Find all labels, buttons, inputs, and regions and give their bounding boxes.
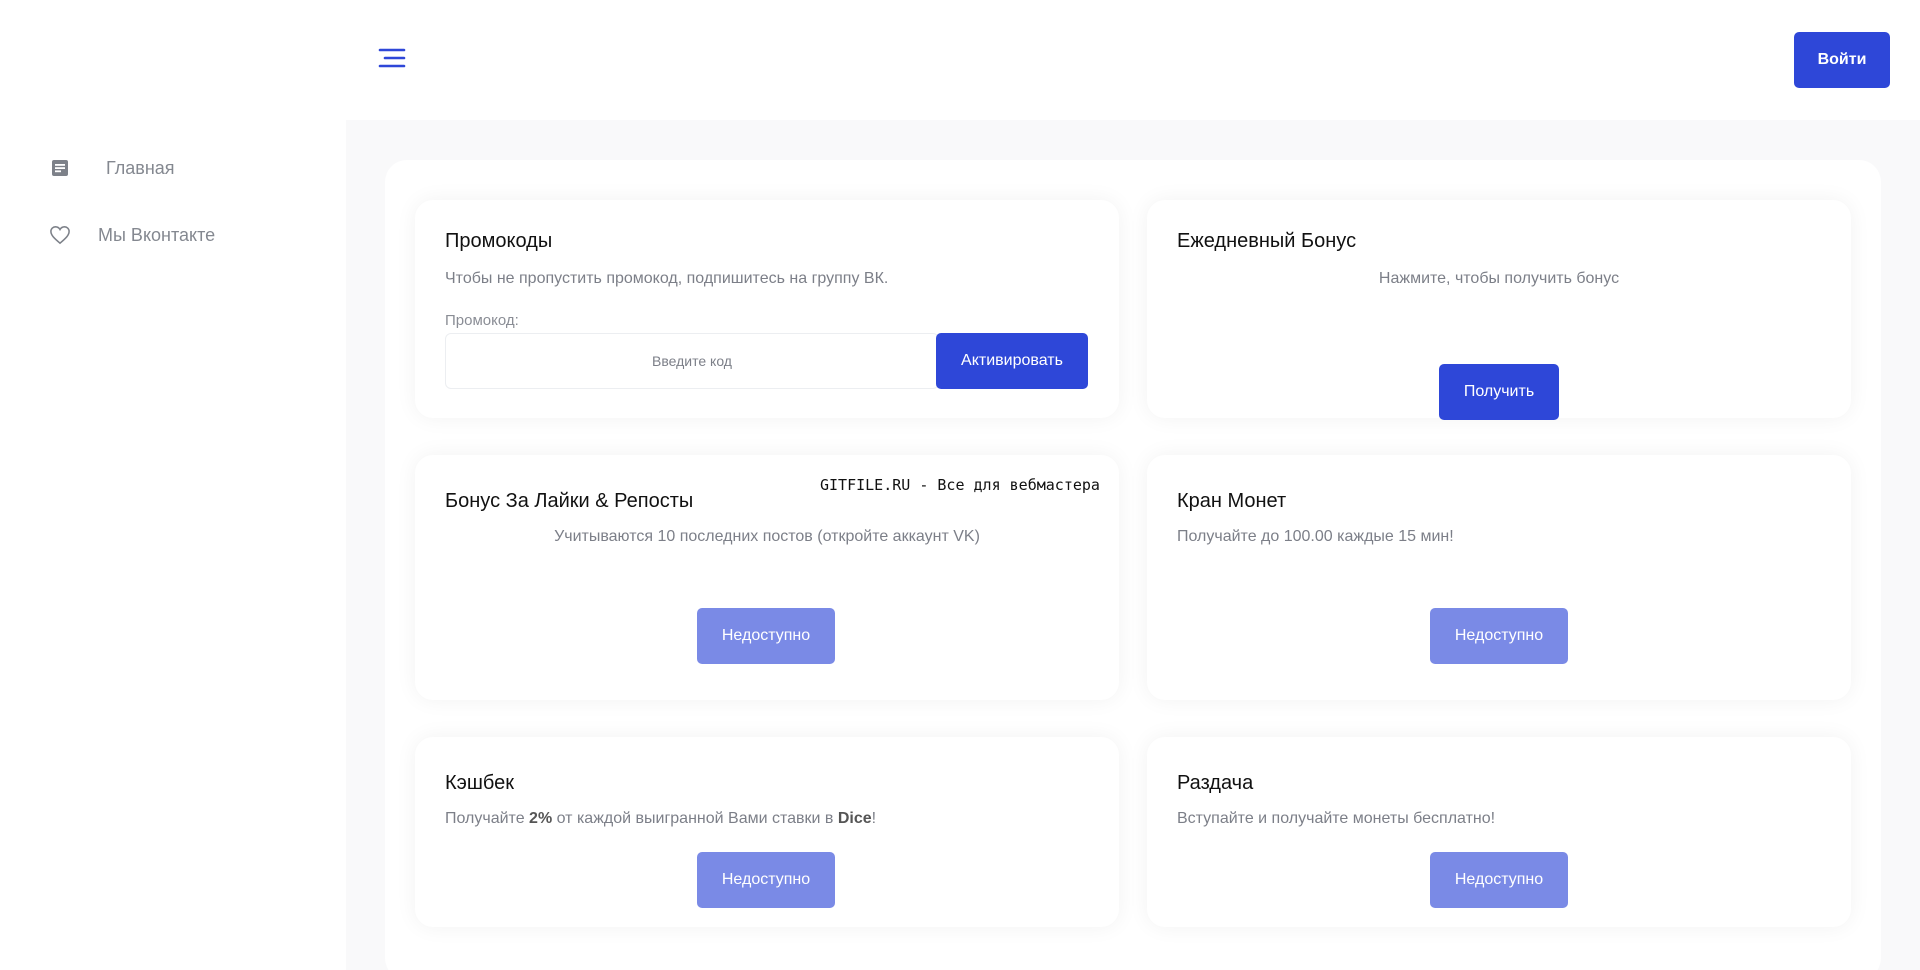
giveaway-card: Раздача Вступайте и получайте монеты бес… [1147,737,1851,927]
sidebar-item-main[interactable]: Главная [48,153,175,183]
card-title: Ежедневный Бонус [1177,230,1357,252]
sidebar-item-label: Главная [106,157,175,178]
card-title: Бонус За Лайки & Репосты [445,490,694,512]
cashback-unavailable-button[interactable]: Недоступно [697,852,835,908]
watermark-text: GITFILE.RU - Все для вебмастера [820,476,1100,494]
heart-icon [48,223,72,247]
card-subtitle: Получайте 2% от каждой выигранной Вами с… [445,810,877,827]
document-icon [48,156,72,180]
daily-bonus-card: Ежедневный Бонус Нажмите, чтобы получить… [1147,200,1851,420]
promo-code-input[interactable] [445,333,939,389]
faucet-card: Кран Монет Получайте до 100.00 каждые 15… [1147,455,1851,700]
promo-card: Промокоды Чтобы не пропустить промокод, … [415,200,1119,418]
sidebar-item-label: Мы Вконтакте [98,224,216,245]
activate-button[interactable]: Активировать [936,333,1088,389]
menu-icon[interactable] [376,43,408,75]
sidebar: Главная Мы Вконтакте [0,0,346,970]
card-title: Промокоды [445,230,553,252]
get-bonus-button[interactable]: Получить [1439,364,1559,420]
cashback-card: Кэшбек Получайте 2% от каждой выигранной… [415,737,1119,927]
faucet-unavailable-button[interactable]: Недоступно [1430,608,1568,664]
card-subtitle: Вступайте и получайте монеты бесплатно! [1177,810,1496,827]
card-subtitle: Получайте до 100.00 каждые 15 мин! [1177,528,1454,545]
card-subtitle: Чтобы не пропустить промокод, подпишитес… [445,270,889,287]
promo-field-label: Промокод: [445,312,519,329]
card-title: Раздача [1177,772,1254,794]
likes-unavailable-button[interactable]: Недоступно [697,608,835,664]
card-title: Кэшбек [445,772,515,794]
top-header: Войти [346,0,1920,120]
card-title: Кран Монет [1177,490,1287,512]
sidebar-item-vk[interactable]: Мы Вконтакте [48,220,215,250]
card-subtitle: Нажмите, чтобы получить бонус [1378,270,1620,287]
login-button[interactable]: Войти [1794,32,1890,88]
giveaway-unavailable-button[interactable]: Недоступно [1430,852,1568,908]
content-panel: Промокоды Чтобы не пропустить промокод, … [385,160,1881,970]
card-subtitle: Учитываются 10 последних постов (откройт… [554,528,980,545]
